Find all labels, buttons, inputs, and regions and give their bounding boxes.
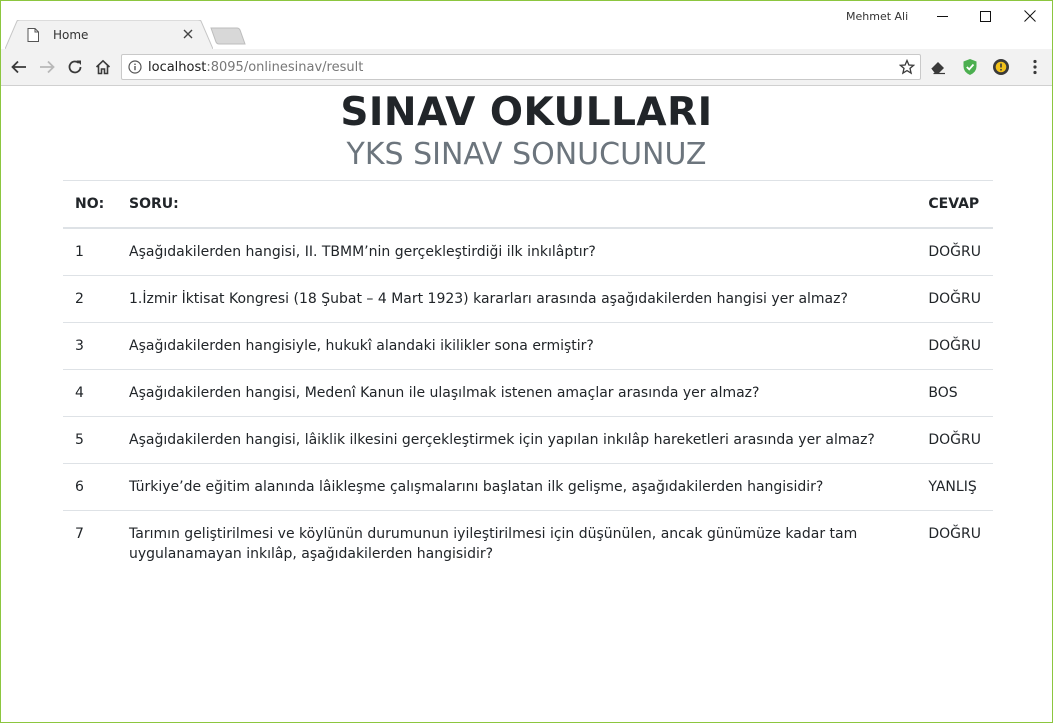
row-answer: YANLIŞ [916,462,993,510]
header-answer: CEVAP [916,180,993,229]
info-icon[interactable] [122,55,148,79]
browser-window: Home Mehmet Ali localhost:8095/onlinesin… [0,0,1053,723]
home-icon[interactable] [91,55,115,79]
address-bar[interactable]: localhost:8095/onlinesinav/result [121,54,921,80]
title-bar: Home Mehmet Ali [1,1,1052,49]
tab-close-icon[interactable] [181,28,195,42]
row-no: 2 [63,274,117,322]
row-answer: DOĞRU [928,243,981,260]
row-answer: DOĞRU [916,509,993,577]
table-row: 7 Tarımın geliştirilmesi ve köylünün dur… [63,509,993,577]
row-no: 3 [63,321,117,369]
new-tab-button[interactable] [209,27,247,45]
row-answer: DOĞRU [916,274,993,322]
row-question: 1.İzmir İktisat Kongresi (18 Şubat – 4 M… [117,274,917,322]
table-row: 2 1.İzmir İktisat Kongresi (18 Şubat – 4… [63,274,993,322]
table-row: 6 Türkiye’de eğitim alanında lâikleşme ç… [63,462,993,510]
page-content: SINAV OKULLARI YKS SINAV SONUCUNUZ NO: S… [1,87,1052,722]
header-no: NO: [63,180,117,229]
table-row: 3 Aşağıdakilerden hangisiyle, hukukî ala… [63,321,993,369]
profile-name[interactable]: Mehmet Ali [846,10,908,23]
page-subtitle: YKS SINAV SONUCUNUZ [346,137,707,172]
row-no: 4 [63,368,117,416]
window-close-icon[interactable] [1007,1,1052,31]
url-path: :8095/onlinesinav/result [206,59,364,75]
page-title: SINAV OKULLARI [340,90,713,135]
row-question: Türkiye’de eğitim alanında lâikleşme çal… [117,462,917,510]
maximize-icon[interactable] [962,1,1008,31]
row-question: Tarımın geliştirilmesi ve köylünün durum… [117,509,917,577]
table-row: 5 Aşağıdakilerden hangisi, lâiklik ilkes… [63,415,993,463]
reload-icon[interactable] [63,55,87,79]
tab-title: Home [53,27,89,42]
row-answer: DOĞRU [916,415,993,463]
row-question: Aşağıdakilerden hangisi, II. TBMM’nin ge… [129,243,596,260]
tab-home[interactable]: Home [13,20,205,49]
header-question: SORU: [117,180,917,229]
results-table: NO: SORU: CEVAP 1 Aşağıdakilerden hangis… [63,180,993,577]
row-no: 6 [63,462,117,510]
minimize-icon[interactable] [919,1,965,31]
row-question: Aşağıdakilerden hangisi, Medenî Kanun il… [117,368,917,416]
row-answer: BOS [916,368,993,416]
row-question: Aşağıdakilerden hangisiyle, hukukî aland… [117,321,917,369]
star-icon[interactable] [894,55,920,79]
row-no: 1 [75,243,84,260]
url-host: localhost [148,59,207,75]
page-icon [27,27,41,43]
back-arrow-icon[interactable] [7,55,31,79]
table-row: 4 Aşağıdakilerden hangisi, Medenî Kanun … [63,368,993,416]
browser-toolbar: localhost:8095/onlinesinav/result [1,49,1052,86]
forward-arrow-icon[interactable] [35,55,59,79]
row-no: 7 [63,509,117,577]
eraser-extension-icon[interactable] [926,55,950,79]
url-text[interactable]: localhost:8095/onlinesinav/result [148,60,894,75]
row-answer: DOĞRU [916,321,993,369]
badge-extension-icon[interactable] [989,55,1013,79]
row-question: Aşağıdakilerden hangisi, lâiklik ilkesin… [117,415,917,463]
shield-extension-icon[interactable] [958,55,982,79]
row-no: 5 [63,415,117,463]
table-header-row: NO: SORU: CEVAP [63,180,993,229]
table-row: 1 Aşağıdakilerden hangisi, II. TBMM’nin … [63,228,993,276]
menu-icon[interactable] [1023,55,1047,79]
